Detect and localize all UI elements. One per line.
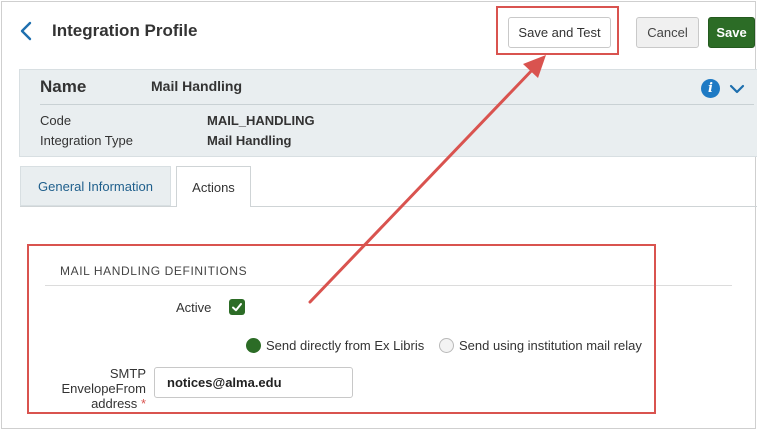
tab-actions[interactable]: Actions (176, 166, 251, 207)
code-label: Code (40, 113, 72, 128)
name-label: Name (40, 77, 87, 96)
page-title: Integration Profile (52, 21, 198, 40)
profile-summary-panel: Name Mail Handling i Code MAIL_HANDLING … (19, 69, 757, 157)
page-header: Integration Profile Save and Test Cancel… (2, 2, 757, 62)
code-value: MAIL_HANDLING (207, 113, 315, 128)
tab-general-information[interactable]: General Information (20, 166, 171, 206)
save-and-test-highlight (496, 6, 619, 55)
summary-divider (40, 104, 754, 105)
chevron-down-icon[interactable] (728, 80, 746, 98)
tab-underline (20, 206, 757, 207)
mail-handling-section-highlight (27, 244, 656, 414)
chevron-left-icon (20, 21, 32, 41)
cancel-button[interactable]: Cancel (636, 17, 699, 48)
save-button[interactable]: Save (708, 17, 755, 48)
info-icon[interactable]: i (701, 79, 720, 98)
integration-type-value: Mail Handling (207, 133, 292, 148)
back-button[interactable] (16, 16, 36, 46)
name-value: Mail Handling (151, 78, 242, 94)
integration-type-label: Integration Type (40, 133, 133, 148)
